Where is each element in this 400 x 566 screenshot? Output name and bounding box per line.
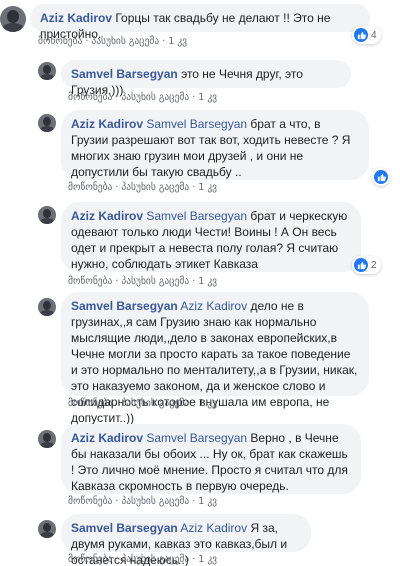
reply-link[interactable]: პასუხის გაცემა	[121, 182, 189, 193]
comment-actions: მოწონება · პასუხის გაცემა · 1 კვ	[68, 92, 218, 103]
comment-actions: მოწონება · პასუხის გაცემა · 1 კვ	[68, 182, 218, 193]
timestamp[interactable]: 1 კვ	[198, 182, 217, 193]
mention-link[interactable]: Aziz Kadirov	[180, 299, 247, 313]
thumbs-up-icon	[374, 170, 388, 184]
avatar[interactable]	[38, 430, 56, 448]
timestamp[interactable]: 1 კვ	[198, 398, 217, 409]
comment-bubble: Aziz Kadirov Samvel Barsegyan брат и чер…	[61, 202, 361, 272]
comment-bubble: Samvel Barsegyan Aziz Kadirov дело не в …	[61, 292, 369, 425]
comment-1: Aziz Kadirov Горцы так свадьбу не делают…	[0, 0, 400, 50]
avatar[interactable]	[0, 6, 26, 32]
comment-actions: მოწონება · პასუხის გაცემა · 1 კვ	[68, 496, 218, 507]
like-link[interactable]: მოწონება	[68, 398, 112, 409]
comment-bubble: Samvel Barsegyan это не Чечня друг, это …	[61, 60, 351, 97]
comment-7: Samvel Barsegyan Aziz Kadirov Я за, двум…	[0, 512, 400, 566]
comment-author[interactable]: Samvel Barsegyan	[71, 67, 178, 81]
comment-bubble: Samvel Barsegyan Aziz Kadirov Я за, двум…	[61, 514, 311, 566]
comment-author[interactable]: Aziz Kadirov	[71, 209, 143, 223]
avatar[interactable]	[38, 62, 56, 80]
thumbs-up-icon	[354, 28, 368, 42]
reply-link[interactable]: პასუხის გაცემა	[121, 554, 189, 565]
comment-actions: მოწონება · პასუხის გაცემა · 1 კვ	[68, 276, 218, 287]
like-link[interactable]: მოწონება	[68, 276, 112, 287]
like-link[interactable]: მოწონება	[68, 496, 112, 507]
reaction-count[interactable]: 2	[352, 256, 381, 274]
comment-author[interactable]: Aziz Kadirov	[71, 117, 143, 131]
like-link[interactable]: მოწონება	[68, 182, 112, 193]
timestamp[interactable]: 1 კვ	[198, 554, 217, 565]
comment-author[interactable]: Samvel Barsegyan	[71, 299, 178, 313]
timestamp[interactable]: 1 კვ	[198, 496, 217, 507]
comment-actions: მოწონება · პასუხის გაცემა · 1 კვ	[38, 36, 188, 47]
comment-4: Aziz Kadirov Samvel Barsegyan брат и чер…	[0, 198, 400, 288]
comment-author[interactable]: Aziz Kadirov	[71, 431, 143, 445]
avatar[interactable]	[38, 298, 56, 316]
mention-link[interactable]: Aziz Kadirov	[180, 521, 247, 535]
comment-2: Samvel Barsegyan это не Чечня друг, это …	[0, 54, 400, 104]
comment-actions: მოწონება · პასუხის გაცემა · 1 კვ	[68, 398, 218, 409]
comment-3: Aziz Kadirov Samvel Barsegyan брат а что…	[0, 106, 400, 198]
comment-5: Samvel Barsegyan Aziz Kadirov дело не в …	[0, 290, 400, 425]
comment-author[interactable]: Aziz Kadirov	[40, 11, 112, 25]
reply-link[interactable]: პასუხის გაცემა	[121, 398, 189, 409]
comment-bubble: Aziz Kadirov Горцы так свадьбу не делают…	[30, 4, 370, 41]
reply-link[interactable]: პასუხის გაცემა	[121, 276, 189, 287]
comment-bubble: Aziz Kadirov Samvel Barsegyan Верно , в …	[61, 424, 361, 494]
like-link[interactable]: მოწონება	[68, 554, 112, 565]
reply-link[interactable]: პასუხის გაცემა	[121, 92, 189, 103]
timestamp[interactable]: 1 კვ	[168, 36, 187, 47]
timestamp[interactable]: 1 კვ	[198, 276, 217, 287]
mention-link[interactable]: Samvel Barsegyan	[146, 209, 247, 223]
like-link[interactable]: მოწონება	[68, 92, 112, 103]
mention-link[interactable]: Samvel Barsegyan	[146, 117, 247, 131]
thumbs-up-icon	[354, 258, 368, 272]
avatar[interactable]	[38, 520, 56, 538]
reaction-like[interactable]	[372, 168, 390, 186]
comment-author[interactable]: Samvel Barsegyan	[71, 521, 178, 535]
comment-actions: მოწონება · პასუხის გაცემა · 1 კვ	[68, 554, 218, 565]
avatar[interactable]	[38, 206, 56, 224]
reply-link[interactable]: პასუხის გაცემა	[121, 496, 189, 507]
comment-6: Aziz Kadirov Samvel Barsegyan Верно , в …	[0, 422, 400, 510]
timestamp[interactable]: 1 კვ	[198, 92, 217, 103]
like-link[interactable]: მოწონება	[38, 36, 82, 47]
mention-link[interactable]: Samvel Barsegyan	[146, 431, 247, 445]
reply-link[interactable]: პასუხის გაცემა	[91, 36, 159, 47]
reaction-count[interactable]: 4	[352, 26, 381, 44]
comment-bubble: Aziz Kadirov Samvel Barsegyan брат а что…	[61, 110, 369, 180]
avatar[interactable]	[38, 114, 56, 132]
